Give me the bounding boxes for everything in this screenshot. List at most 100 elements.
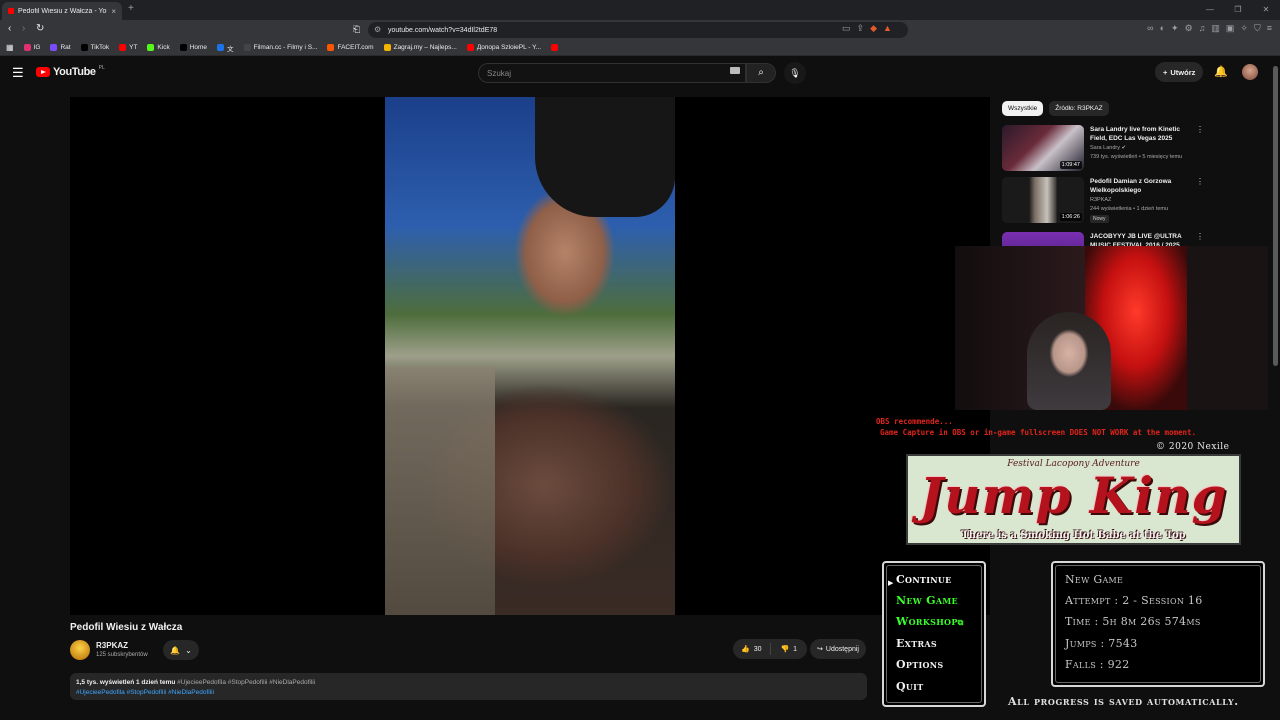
bookmark-item[interactable]: YT	[119, 44, 137, 51]
tab-title: Pedofil Wiesiu z Wałcza - You	[18, 7, 108, 15]
extension-icon[interactable]: ◐	[1160, 23, 1165, 34]
brave-rewards-icon[interactable]: ▲	[883, 23, 892, 34]
plus-icon: +	[1163, 67, 1168, 77]
video-title: Pedofil Wiesiu z Wałcza	[70, 622, 183, 633]
like-button[interactable]: 👍 30	[733, 643, 771, 655]
vpn-shield-icon[interactable]: ⛉	[1254, 23, 1261, 34]
voice-search-icon[interactable]: 🎙	[784, 62, 806, 84]
more-options-icon[interactable]: ⋮	[1196, 125, 1204, 134]
dislike-count: 1	[793, 645, 798, 653]
menu-quit[interactable]: Quit	[896, 680, 923, 693]
share-button[interactable]: ↪ Udostępnij	[810, 639, 866, 659]
dislike-button[interactable]: 👎 1	[771, 645, 808, 654]
menu-new-game[interactable]: New Game	[896, 594, 958, 607]
menu-continue[interactable]: Continue	[896, 573, 952, 586]
bookmark-item[interactable]: IG	[23, 44, 41, 51]
bookmark-label: Rat	[60, 44, 71, 51]
video-thumbnail[interactable]	[1002, 232, 1084, 246]
new-badge: Nowy	[1090, 215, 1109, 223]
youtube-logo[interactable]: YouTube PL	[36, 65, 105, 78]
bookmark-item[interactable]	[551, 44, 561, 51]
bookmark-favicon-icon	[551, 44, 559, 51]
recommendation-meta: 739 tys. wyświetleń • 5 miesięcy temu	[1090, 154, 1183, 160]
page-scrollbar[interactable]	[1273, 66, 1278, 366]
site-info-icon[interactable]: ⚙	[374, 25, 381, 34]
bookmark-icon[interactable]: ⎗	[353, 24, 360, 35]
bookmark-item[interactable]: Rat	[50, 44, 71, 51]
cast-icon[interactable]: ▭	[842, 23, 851, 34]
maximize-icon[interactable]: ❐	[1224, 0, 1252, 20]
browser-tab[interactable]: Pedofil Wiesiu z Wałcza - You ×	[2, 2, 122, 20]
back-icon[interactable]: ‹	[8, 23, 11, 34]
bookmark-label: IG	[33, 44, 41, 51]
more-options-icon[interactable]: ⋮	[1196, 232, 1202, 241]
recommendation-title[interactable]: Sara Landry live from Kinetic Field, EDC…	[1090, 125, 1194, 143]
chevron-down-icon: ⌄	[185, 645, 192, 655]
chip-source[interactable]: Źródło: R3PKAZ	[1049, 101, 1109, 116]
create-button[interactable]: + Utwórz	[1155, 62, 1204, 82]
music-icon[interactable]: ♫	[1199, 23, 1206, 34]
menu-extras[interactable]: Extras	[896, 637, 937, 650]
bookmark-item[interactable]: Kick	[147, 44, 170, 51]
description-box[interactable]: 1,5 tys. wyświetleń 1 dzień temu #Ujecie…	[70, 673, 867, 700]
stats-attempt: Attempt : 2 - Session 16	[1065, 594, 1203, 607]
bookmark-label: FACEIT.com	[337, 44, 374, 51]
bookmark-favicon-icon	[179, 44, 187, 51]
minimize-icon[interactable]: —	[1196, 0, 1224, 20]
bookmark-item[interactable]: FACEIT.com	[327, 44, 374, 51]
bell-icon: 🔔	[170, 645, 181, 655]
bookmark-item[interactable]: Filman.cc - Filmy i S...	[243, 44, 317, 51]
bookmark-item[interactable]: Home	[179, 44, 207, 51]
brave-shield-icon[interactable]: ◆	[870, 23, 877, 34]
apps-grid-icon[interactable]: ▦	[6, 43, 14, 52]
bookmark-item[interactable]: 文	[217, 43, 234, 53]
hamburger-menu-icon[interactable]: ☰	[12, 65, 24, 81]
keyboard-icon[interactable]	[730, 67, 740, 74]
game-main-menu: ▶ Continue New Game Workshop⧉ Extras Opt…	[882, 561, 986, 707]
bookmark-item[interactable]: TikTok	[80, 44, 109, 51]
recommendation-item[interactable]: 1:06:26 Pedofil Damian z Gorzowa Wielkop…	[1002, 177, 1204, 225]
wallet-icon[interactable]: ▣	[1226, 23, 1235, 34]
channel-avatar[interactable]	[70, 640, 90, 660]
vpn-icon[interactable]: ∞	[1147, 23, 1153, 34]
recommendation-item[interactable]: 1:09:47 Sara Landry live from Kinetic Fi…	[1002, 125, 1204, 173]
close-window-icon[interactable]: ✕	[1252, 0, 1280, 20]
menu-options[interactable]: Options	[896, 658, 943, 671]
video-frame[interactable]	[385, 97, 675, 615]
stats-falls: Falls : 922	[1065, 658, 1130, 671]
description-tags[interactable]: #UjecieePedofila #StopPedofilii #NieDlaP…	[76, 688, 861, 698]
recommendation-title[interactable]: Pedofil Damian z Gorzowa Wielkopolskiego	[1090, 177, 1194, 195]
country-code: PL	[98, 65, 105, 71]
avatar[interactable]	[1242, 64, 1258, 80]
reload-icon[interactable]: ↻	[36, 23, 44, 34]
search-input[interactable]: Szukaj	[478, 63, 746, 83]
sidebar-icon[interactable]: ▥	[1211, 23, 1220, 34]
recommendation-channel: R3PKAZ	[1090, 197, 1112, 203]
chip-all[interactable]: Wszystkie	[1002, 101, 1044, 116]
search-button[interactable]: ⌕	[746, 63, 776, 83]
puzzle-icon[interactable]: ✦	[1171, 23, 1179, 34]
notifications-icon[interactable]: 🔔	[1214, 65, 1228, 78]
bookmark-item[interactable]: Zagraj.my – Najleps...	[383, 44, 457, 51]
video-thumbnail[interactable]: 1:06:26	[1002, 177, 1084, 223]
bookmark-item[interactable]: Допора SzloiePL - Y...	[466, 44, 541, 51]
address-bar[interactable]: ⚙ youtube.com/watch?v=34dIl2tdE78	[368, 22, 908, 38]
more-options-icon[interactable]: ⋮	[1196, 177, 1204, 186]
channel-name[interactable]: R3PKAZ	[96, 641, 128, 650]
stats-jumps: Jumps : 7543	[1065, 637, 1138, 650]
leo-icon[interactable]: ✧	[1240, 23, 1248, 34]
description-hashtags: #UjecieePedofila #StopPedofilii #NieDlaP…	[177, 679, 316, 686]
video-thumbnail[interactable]: 1:09:47	[1002, 125, 1084, 171]
forward-icon[interactable]: ›	[22, 23, 25, 34]
subscription-bell-button[interactable]: 🔔 ⌄	[163, 640, 199, 660]
tab-close-icon[interactable]: ×	[111, 7, 116, 16]
settings-icon[interactable]: ⚙	[1185, 23, 1193, 34]
menu-icon[interactable]: ≡	[1267, 23, 1272, 34]
share-label: Udostępnij	[825, 645, 859, 653]
menu-workshop[interactable]: Workshop⧉	[896, 615, 964, 628]
logo-title: Jump King	[919, 466, 1228, 525]
recommendation-title[interactable]: JACOBYYY JB LIVE @ULTRA MUSIC FESTIVAL 2…	[1090, 232, 1194, 246]
recommendation-item[interactable]: JACOBYYY JB LIVE @ULTRA MUSIC FESTIVAL 2…	[1002, 232, 1202, 246]
share-page-icon[interactable]: ⇪	[857, 23, 865, 34]
new-tab-button[interactable]: +	[128, 3, 134, 14]
